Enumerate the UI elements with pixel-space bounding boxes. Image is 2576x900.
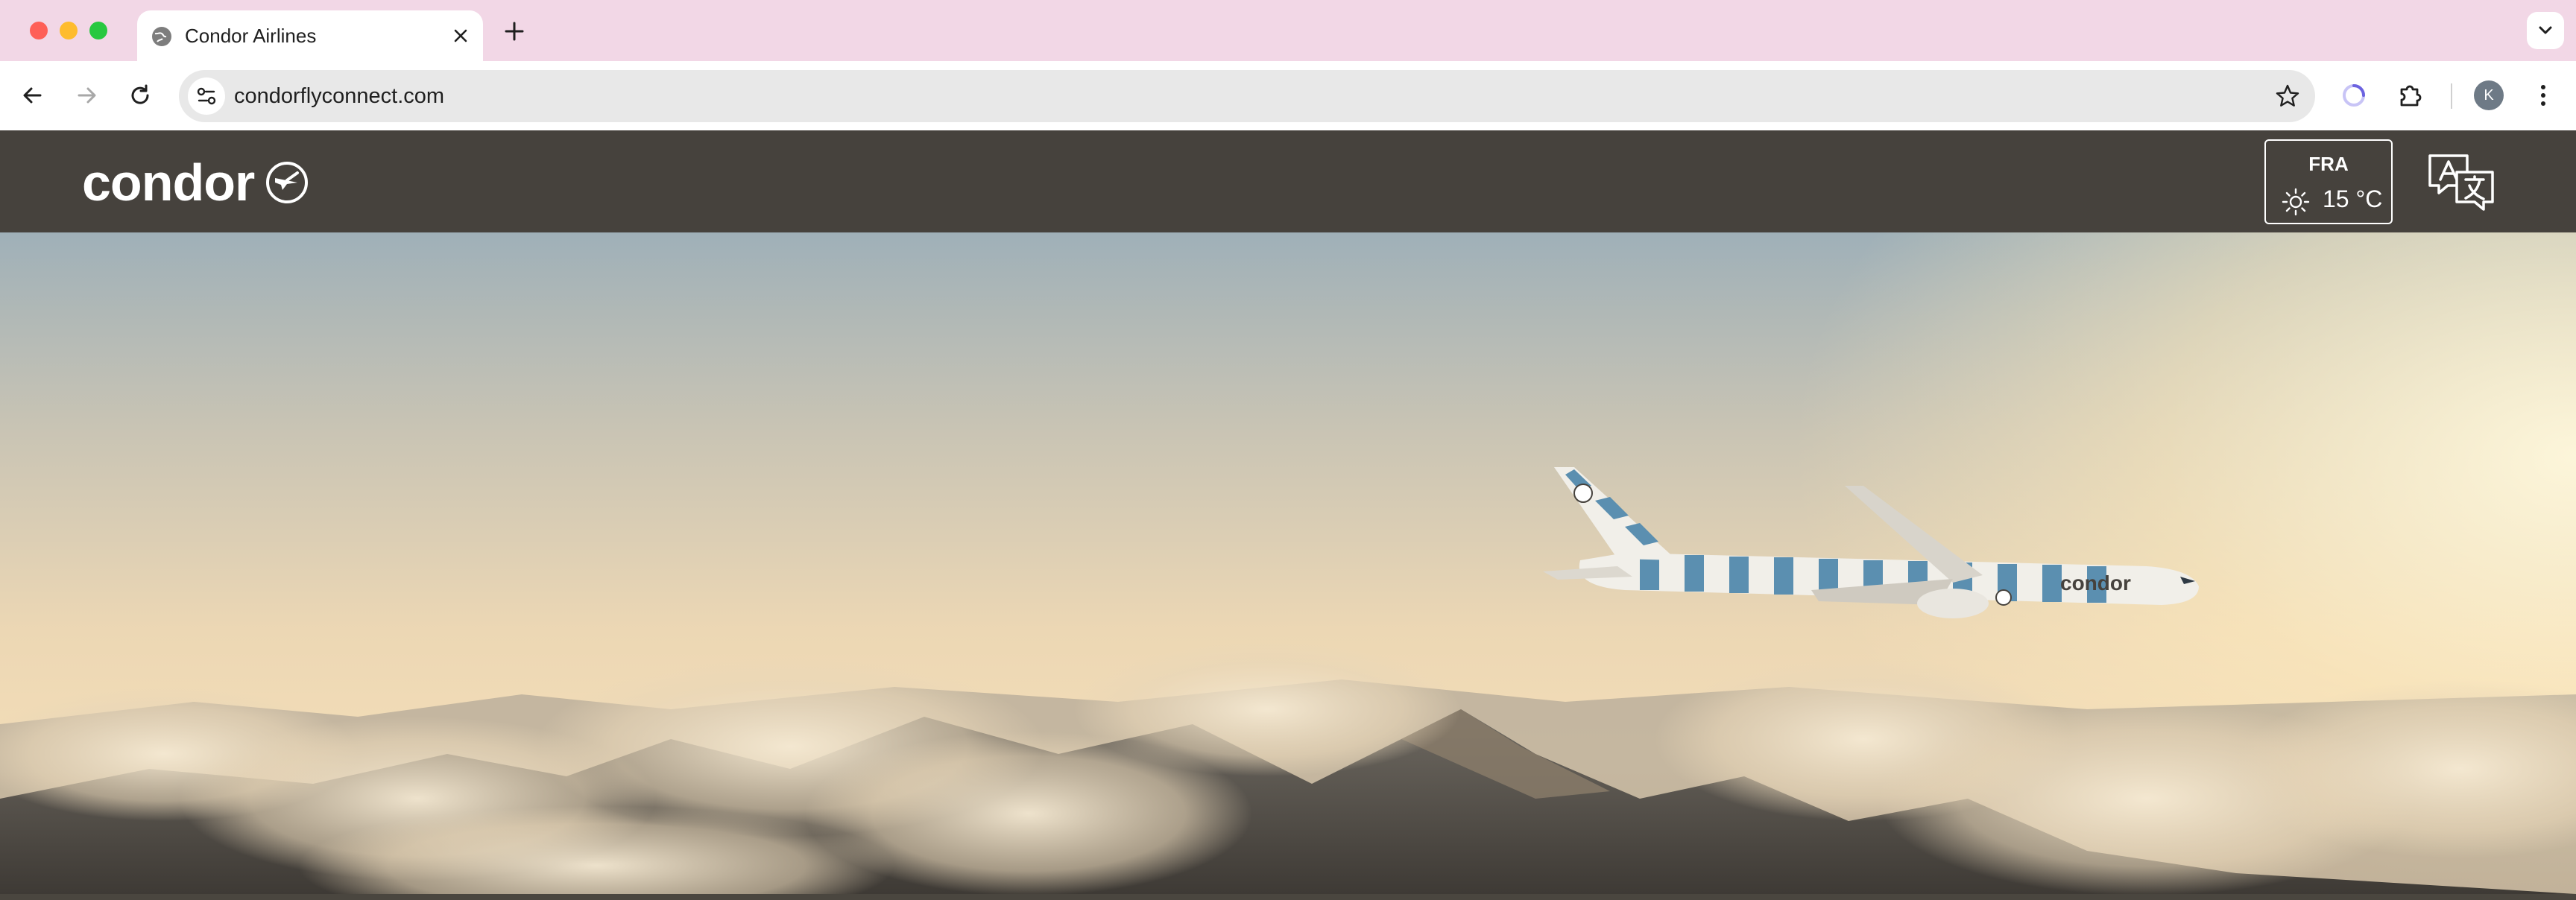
reload-button[interactable]	[122, 77, 158, 113]
hero-banner: condor	[0, 232, 2576, 894]
browser-tab[interactable]: Condor Airlines	[137, 10, 483, 61]
window-close-button[interactable]	[30, 22, 48, 39]
forward-button[interactable]	[69, 77, 104, 113]
brand-wordmark: condor	[82, 153, 255, 212]
globe-icon	[152, 27, 171, 46]
extension-loading-icon[interactable]	[2336, 77, 2372, 113]
site-header: condor FRA 15 °C	[0, 130, 2576, 232]
airport-code: FRA	[2308, 153, 2349, 175]
hero-bottom-edge	[0, 894, 2576, 900]
condor-bird-icon	[266, 162, 309, 203]
tab-title: Condor Airlines	[185, 25, 317, 47]
url-text[interactable]: condorflyconnect.com	[234, 81, 444, 111]
aircraft-illustration: condor	[1543, 467, 2199, 618]
new-tab-button[interactable]	[499, 16, 529, 46]
chevron-down-icon	[2539, 26, 2552, 34]
window-maximize-button[interactable]	[89, 22, 107, 39]
address-bar[interactable]: condorflyconnect.com	[179, 70, 2315, 122]
toolbar-divider	[2451, 83, 2452, 109]
weather-widget[interactable]: FRA 15 °C	[2264, 139, 2393, 224]
sun-icon	[2282, 188, 2310, 216]
tune-icon	[197, 87, 216, 105]
temperature: 15 °C	[2323, 186, 2383, 212]
extensions-puzzle-icon[interactable]	[2393, 77, 2428, 113]
profile-avatar[interactable]: K	[2474, 80, 2504, 110]
window-minimize-button[interactable]	[60, 22, 78, 39]
back-button[interactable]	[15, 77, 51, 113]
tab-search-button[interactable]	[2527, 12, 2564, 49]
hero-landscape-image: condor	[0, 467, 2576, 894]
browser-toolbar: condorflyconnect.com K	[0, 61, 2576, 191]
translate-icon[interactable]	[2427, 153, 2496, 212]
browser-menu-button[interactable]	[2525, 77, 2561, 113]
condor-logo[interactable]: condor	[82, 153, 309, 212]
browser-tab-strip: Condor Airlines	[0, 0, 2576, 61]
bookmark-star-icon[interactable]	[2273, 82, 2302, 110]
close-icon[interactable]	[449, 24, 473, 48]
aircraft-livery-text: condor	[2060, 571, 2131, 595]
site-info-button[interactable]	[188, 77, 225, 115]
